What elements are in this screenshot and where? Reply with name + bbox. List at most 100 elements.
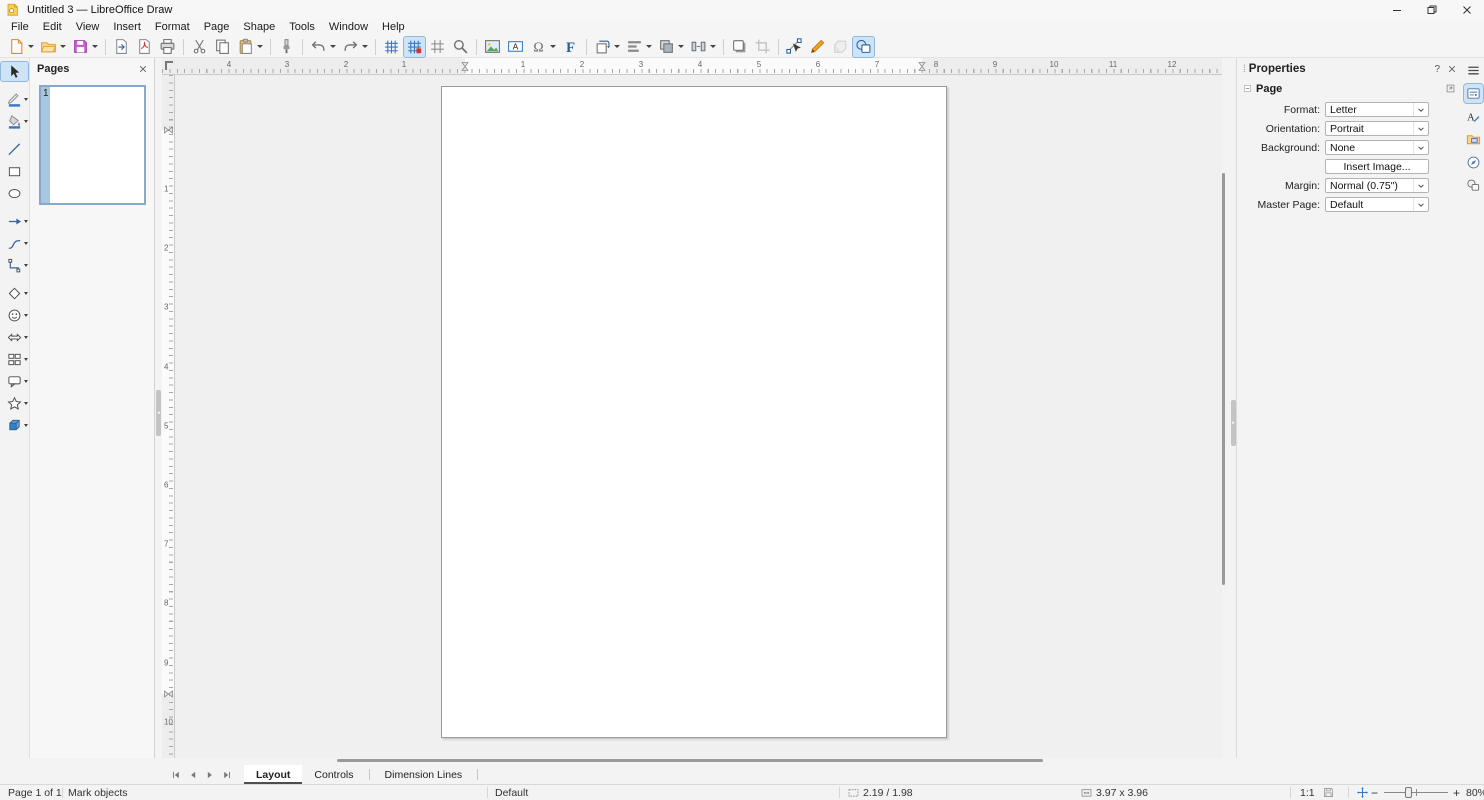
undo-button[interactable] (308, 37, 338, 57)
menu-insert[interactable]: Insert (106, 19, 148, 36)
lines-and-arrows-button[interactable] (1, 212, 28, 231)
show-draw-functions-button[interactable] (853, 37, 874, 57)
redo-button[interactable] (340, 37, 370, 57)
callout-shapes-button[interactable] (1, 372, 28, 391)
last-layer-button[interactable] (219, 767, 234, 782)
3d-objects-button[interactable] (1, 416, 28, 435)
sidebar-tab-styles[interactable]: A (1464, 107, 1483, 126)
margin-select[interactable]: Normal (0.75") (1325, 178, 1429, 193)
new-button[interactable] (6, 37, 36, 57)
chevron-down-icon[interactable] (1413, 198, 1428, 211)
curves-and-polygons-button[interactable] (1, 234, 28, 253)
dropdown-arrow-icon[interactable] (550, 45, 556, 48)
next-layer-button[interactable] (202, 767, 217, 782)
sidebar-tab-shapes[interactable] (1464, 176, 1483, 195)
close-button[interactable] (1449, 0, 1484, 19)
dropdown-arrow-icon[interactable] (60, 45, 66, 48)
snap-to-grid-button[interactable] (404, 37, 425, 57)
sidebar-tab-gallery[interactable] (1464, 130, 1483, 149)
menu-edit[interactable]: Edit (36, 19, 69, 36)
dropdown-arrow-icon[interactable] (614, 45, 620, 48)
chevron-down-icon[interactable] (1413, 141, 1428, 154)
zoom-level-status[interactable]: 80% (1466, 785, 1484, 800)
flowchart-button[interactable] (1, 350, 28, 369)
menu-shape[interactable]: Shape (236, 19, 282, 36)
orientation-select[interactable]: Portrait (1325, 121, 1429, 136)
dropdown-arrow-icon[interactable] (24, 264, 28, 267)
first-layer-button[interactable] (168, 767, 183, 782)
sidebar-grip[interactable]: ⁞ (1243, 64, 1245, 75)
dropdown-arrow-icon[interactable] (24, 424, 28, 427)
zoom-button[interactable] (450, 37, 471, 57)
sidebar-tab-properties[interactable] (1464, 84, 1483, 103)
rectangle-button[interactable] (1, 162, 28, 181)
sidebar-tab-navigator[interactable] (1464, 153, 1483, 172)
clone-formatting-button[interactable] (276, 37, 297, 57)
glue-points-button[interactable] (807, 37, 828, 57)
dropdown-arrow-icon[interactable] (28, 45, 34, 48)
insert-special-character-button[interactable]: Ω (528, 37, 558, 57)
master-page-select[interactable]: Default (1325, 197, 1429, 212)
hruler-margin-marker[interactable] (919, 62, 926, 71)
dropdown-arrow-icon[interactable] (646, 45, 652, 48)
horizontal-ruler[interactable]: 4321123456789101112 (162, 58, 1222, 75)
menu-help[interactable]: Help (375, 19, 412, 36)
pages-panel-close-icon[interactable] (139, 65, 147, 73)
menu-file[interactable]: File (4, 19, 36, 36)
vertical-ruler[interactable]: 12345678910 (162, 75, 175, 758)
sidebar-help-icon[interactable]: ? (1434, 64, 1440, 75)
menu-tools[interactable]: Tools (282, 19, 322, 36)
helplines-while-moving-button[interactable] (427, 37, 448, 57)
dropdown-arrow-icon[interactable] (24, 292, 28, 295)
block-arrows-button[interactable] (1, 328, 28, 347)
align-objects-button[interactable] (624, 37, 654, 57)
dropdown-arrow-icon[interactable] (24, 120, 28, 123)
insert-text-box-button[interactable]: A (505, 37, 526, 57)
dropdown-arrow-icon[interactable] (92, 45, 98, 48)
stars-and-banners-button[interactable] (1, 394, 28, 413)
menu-window[interactable]: Window (322, 19, 375, 36)
export-button[interactable] (111, 37, 132, 57)
open-button[interactable] (38, 37, 68, 57)
tab-layout[interactable]: Layout (244, 765, 302, 784)
dropdown-arrow-icon[interactable] (24, 98, 28, 101)
dropdown-arrow-icon[interactable] (362, 45, 368, 48)
vertical-scrollbar[interactable] (1222, 173, 1225, 585)
chevron-down-icon[interactable] (1413, 179, 1428, 192)
restore-button[interactable] (1414, 0, 1449, 19)
cut-button[interactable] (189, 37, 210, 57)
menu-view[interactable]: View (69, 19, 107, 36)
page-section-collapse-icon[interactable] (1243, 84, 1252, 93)
distribute-selection-button[interactable] (688, 37, 718, 57)
left-splitter-collapse-handle[interactable]: ◂ (156, 390, 161, 436)
menu-page[interactable]: Page (197, 19, 237, 36)
save-button[interactable] (70, 37, 100, 57)
dropdown-arrow-icon[interactable] (24, 336, 28, 339)
dropdown-arrow-icon[interactable] (24, 358, 28, 361)
zoom-slider-thumb[interactable] (1405, 787, 1412, 798)
more-options-icon[interactable] (1445, 83, 1456, 94)
connectors-button[interactable] (1, 256, 28, 275)
hruler-margin-marker[interactable] (462, 62, 469, 71)
zoom-in-button[interactable]: + (1453, 785, 1460, 800)
paste-button[interactable] (235, 37, 265, 57)
arrange-button[interactable] (656, 37, 686, 57)
drawing-canvas[interactable] (175, 75, 1222, 758)
basic-shapes-button[interactable] (1, 284, 28, 303)
select-button[interactable] (1, 62, 28, 81)
background-select[interactable]: None (1325, 140, 1429, 155)
scale-status[interactable]: 1:1 (1300, 785, 1315, 800)
display-grid-button[interactable] (381, 37, 402, 57)
dropdown-arrow-icon[interactable] (24, 242, 28, 245)
dropdown-arrow-icon[interactable] (710, 45, 716, 48)
document-page[interactable] (441, 86, 947, 738)
print-button[interactable] (157, 37, 178, 57)
page-thumbnail[interactable]: 1 (39, 85, 146, 205)
fit-page-button[interactable] (1356, 785, 1369, 800)
ellipse-button[interactable] (1, 184, 28, 203)
insert-line-button[interactable] (1, 140, 28, 159)
tab-controls[interactable]: Controls (302, 765, 365, 784)
dropdown-arrow-icon[interactable] (24, 220, 28, 223)
tab-dimension-lines[interactable]: Dimension Lines (373, 765, 475, 784)
shadow-button[interactable] (729, 37, 750, 57)
